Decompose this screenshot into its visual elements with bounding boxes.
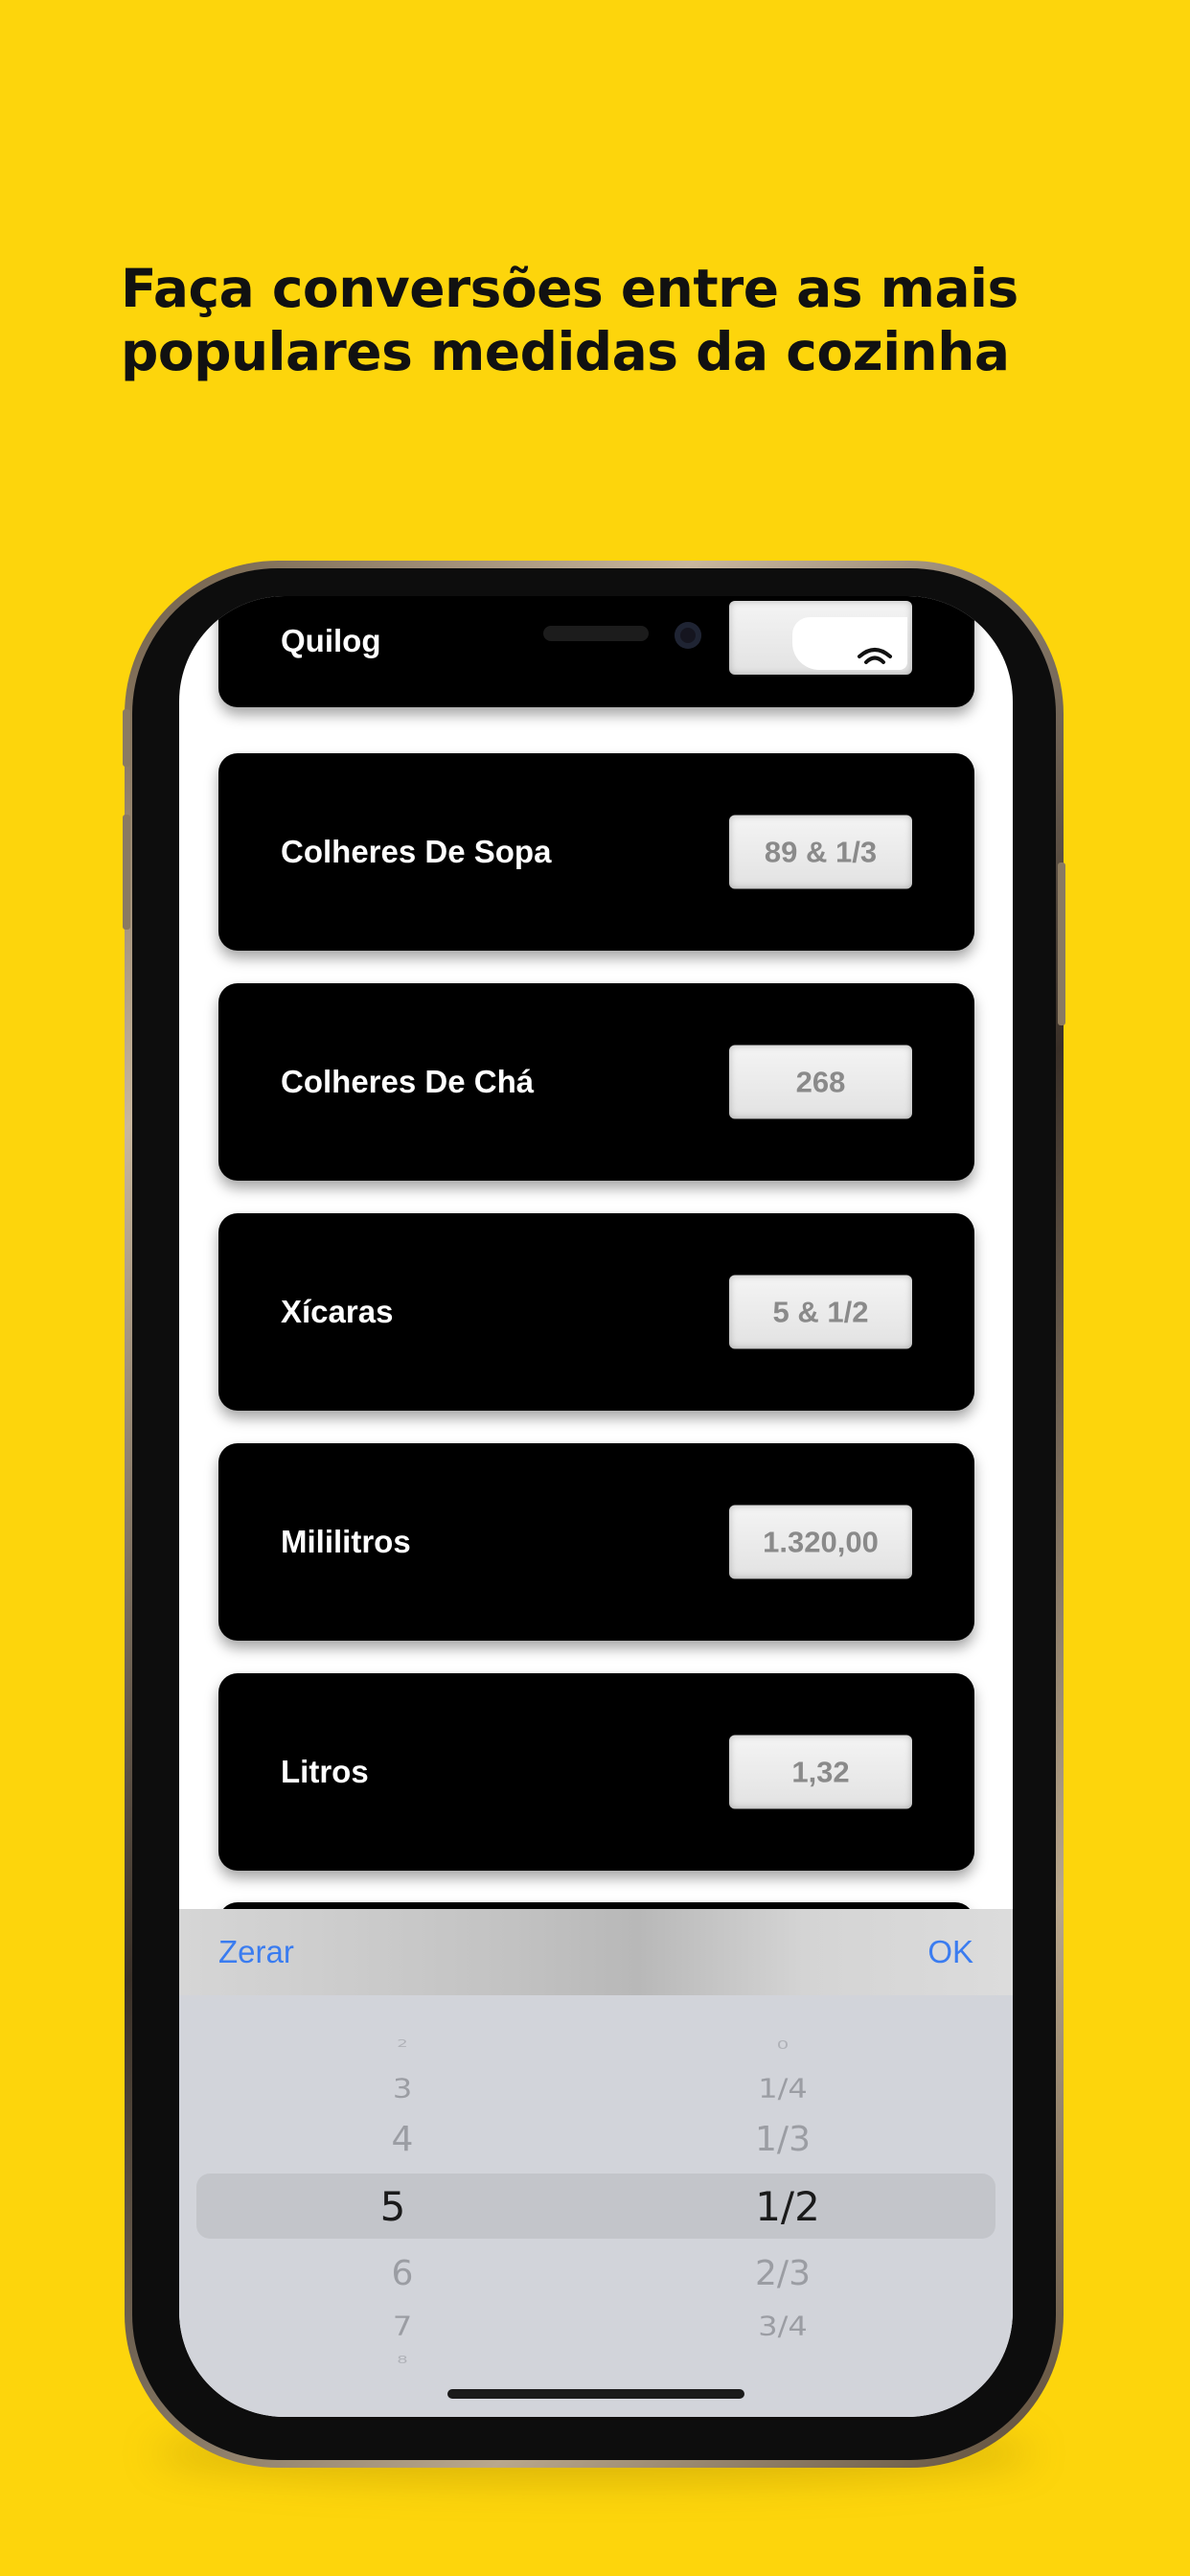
unit-label: Mililitros bbox=[281, 1524, 411, 1559]
phone-screen: Quilog 3 6 Colheres De Sopa 89 & 1/3 Colh… bbox=[179, 596, 1013, 2417]
wheel-item[interactable]: 0 bbox=[687, 2038, 879, 2052]
ok-button[interactable]: OK bbox=[927, 1934, 973, 1970]
headline: Faça conversões entre as mais populares … bbox=[121, 257, 1079, 383]
phone-power-button bbox=[1058, 862, 1065, 1025]
wheel-item[interactable]: 4 bbox=[307, 2120, 498, 2159]
phone-side-button bbox=[123, 709, 130, 767]
unit-card-liters[interactable]: Litros 1,32 bbox=[218, 1673, 974, 1871]
unit-label: Colheres De Chá bbox=[281, 1064, 535, 1099]
wheel-item[interactable]: 7 bbox=[307, 2311, 498, 2341]
unit-value-field[interactable]: 89 & 1/3 bbox=[729, 815, 912, 889]
headline-line-2: populares medidas da cozinha bbox=[121, 321, 1010, 382]
unit-card-tablespoons[interactable]: Colheres De Sopa 89 & 1/3 bbox=[218, 753, 974, 951]
status-bar-wifi bbox=[792, 617, 907, 670]
unit-card-cups[interactable]: Xícaras 5 & 1/2 bbox=[218, 1213, 974, 1411]
unit-value-field[interactable]: 268 bbox=[729, 1045, 912, 1119]
unit-card-teaspoons[interactable]: Colheres De Chá 268 bbox=[218, 983, 974, 1181]
unit-value-field[interactable]: 1,32 bbox=[729, 1735, 912, 1809]
wheel-item[interactable]: 2 bbox=[307, 2037, 498, 2050]
wheel-item[interactable]: 3 bbox=[307, 2073, 498, 2104]
wheel-item[interactable]: 1/3 bbox=[687, 2120, 879, 2159]
unit-label: Litros bbox=[281, 1754, 369, 1789]
unit-label: Colheres De Sopa bbox=[281, 834, 552, 869]
wheel-item[interactable]: 1/4 bbox=[687, 2073, 879, 2104]
home-indicator bbox=[447, 2389, 744, 2399]
phone-speaker bbox=[543, 626, 649, 641]
wheel-item[interactable]: 8 bbox=[307, 2354, 498, 2366]
wheel-item[interactable]: 3/4 bbox=[687, 2311, 879, 2341]
unit-card-milliliters[interactable]: Mililitros 1.320,00 bbox=[218, 1443, 974, 1641]
phone-camera bbox=[675, 622, 701, 649]
wifi-icon bbox=[858, 648, 892, 664]
headline-line-1: Faça conversões entre as mais bbox=[121, 258, 1018, 319]
reset-button[interactable]: Zerar bbox=[218, 1934, 294, 1970]
wheel-item-selected[interactable]: 5 bbox=[297, 2183, 489, 2230]
unit-label: Xícaras bbox=[281, 1294, 394, 1329]
wheel-item[interactable]: 6 bbox=[307, 2254, 498, 2293]
picker-toolbar: Zerar OK bbox=[179, 1909, 1013, 1995]
phone-volume-up-button bbox=[123, 815, 130, 930]
wheel-item-selected[interactable]: 1/2 bbox=[692, 2183, 883, 2230]
unit-value-field[interactable]: 1.320,00 bbox=[729, 1505, 912, 1579]
unit-value-field[interactable]: 5 & 1/2 bbox=[729, 1275, 912, 1349]
unit-label: Quilog bbox=[281, 623, 381, 658]
wheel-item[interactable]: 2/3 bbox=[687, 2254, 879, 2293]
